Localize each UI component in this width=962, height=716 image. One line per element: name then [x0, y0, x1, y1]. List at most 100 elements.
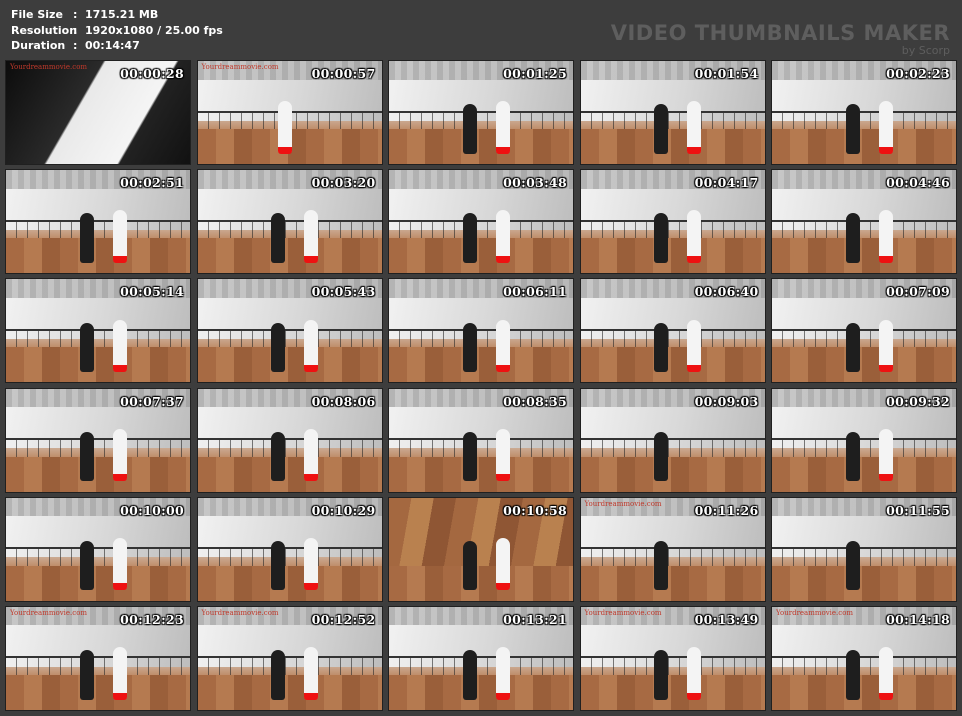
figure-white-uniform — [112, 538, 127, 591]
scene-floor — [6, 674, 190, 710]
thumbnail-frame[interactable]: Yourdreammovie.com 00:11:26 — [579, 496, 766, 602]
scene-floor — [772, 565, 956, 601]
figure-dark-outfit — [271, 541, 286, 591]
thumbnail-frame[interactable]: Yourdreammovie.com 00:00:57 — [196, 60, 383, 165]
thumbnail-frame[interactable]: 00:09:03 — [579, 387, 766, 493]
info-value: 1715.21 MB — [85, 8, 159, 21]
figure-white-uniform — [687, 101, 702, 154]
figure-white-uniform — [495, 428, 510, 482]
thumbnail-frame[interactable]: 00:09:32 — [771, 387, 957, 493]
thumbnail-frame[interactable]: 00:10:00 — [5, 496, 191, 602]
scene-rail — [197, 328, 382, 348]
watermark-logo: VIDEO THUMBNAILS MAKER by Scorp — [611, 22, 950, 57]
timestamp: 00:13:21 — [503, 611, 567, 627]
scene-rail — [580, 328, 765, 348]
figure-dark-outfit — [462, 104, 477, 154]
scene-floor — [772, 674, 956, 710]
figure-white-uniform — [112, 210, 127, 263]
thumbnail-frame[interactable]: 00:08:06 — [196, 387, 383, 493]
scene-rail — [6, 438, 190, 457]
thumbnail-frame[interactable]: 00:02:23 — [771, 60, 957, 165]
timestamp: 00:11:55 — [886, 502, 950, 518]
timestamp: 00:02:23 — [886, 66, 950, 81]
thumbnail-frame[interactable]: Yourdreammovie.com 00:12:52 — [196, 605, 383, 711]
thumbnail-frame[interactable]: Yourdreammovie.com 00:12:23 — [5, 605, 191, 711]
scene-floor — [772, 347, 956, 383]
info-separator: : — [73, 23, 78, 37]
thumbnail-frame[interactable]: 00:04:17 — [579, 169, 766, 275]
timestamp: 00:08:06 — [311, 393, 376, 409]
thumbnail-frame[interactable]: 00:04:46 — [771, 169, 957, 275]
timestamp: 00:07:09 — [886, 284, 950, 300]
timestamp: 00:14:18 — [886, 611, 950, 627]
scene-floor — [197, 674, 382, 710]
scene-rail — [580, 656, 765, 675]
thumbnail-frame[interactable]: 00:01:54 — [579, 60, 766, 165]
figure-dark-outfit — [271, 650, 286, 700]
timestamp: 00:06:40 — [694, 284, 759, 300]
scene-rail — [580, 547, 765, 566]
timestamp: 00:01:25 — [503, 66, 567, 81]
timestamp: 00:10:00 — [120, 502, 184, 518]
scene-rail — [6, 547, 190, 566]
thumbnail-frame[interactable]: 00:03:20 — [196, 169, 383, 275]
figure-dark-outfit — [462, 322, 477, 373]
scene-rail — [197, 438, 382, 457]
thumbnail-frame[interactable]: 00:05:14 — [5, 278, 191, 384]
thumbnail-frame[interactable]: 00:06:11 — [388, 278, 574, 384]
site-watermark: Yourdreammovie.com — [201, 63, 279, 71]
thumbnail-frame[interactable]: 00:06:40 — [579, 278, 766, 384]
timestamp: 00:00:57 — [311, 66, 376, 81]
thumbnail-frame[interactable]: 00:07:09 — [771, 278, 957, 384]
thumbnail-frame[interactable]: 00:10:58 — [388, 496, 574, 602]
figure-white-uniform — [304, 538, 319, 591]
info-label: Duration — [11, 39, 66, 52]
timestamp: 00:10:58 — [503, 502, 567, 518]
timestamp: 00:05:43 — [311, 284, 376, 300]
scene-floor — [389, 565, 573, 601]
info-row-file-size: File Size : 1715.21 MB — [11, 7, 223, 23]
thumbnail-frame[interactable]: Yourdreammovie.com 00:13:49 — [579, 605, 766, 711]
scene-floor — [772, 128, 956, 164]
scene-floor — [6, 456, 190, 492]
thumbnail-frame[interactable]: 00:08:35 — [388, 387, 574, 493]
timestamp: 00:11:26 — [694, 502, 759, 518]
thumbnail-frame[interactable]: Yourdreammovie.com 00:14:18 — [771, 605, 957, 711]
thumbnail-frame[interactable]: 00:10:29 — [196, 496, 383, 602]
scene-rail — [389, 110, 573, 129]
scene-rail — [389, 328, 573, 348]
scene-floor — [389, 128, 573, 164]
timestamp: 00:08:35 — [503, 393, 567, 409]
figure-white-uniform — [112, 319, 127, 373]
thumbnail-frame[interactable]: 00:11:55 — [771, 496, 957, 602]
thumbnail-frame[interactable]: 00:13:21 — [388, 605, 574, 711]
figure-white-uniform — [687, 319, 702, 373]
thumbnail-frame[interactable]: 00:01:25 — [388, 60, 574, 165]
thumbnail-frame[interactable]: 00:05:43 — [196, 278, 383, 384]
info-row-resolution: Resolution : 1920x1080 / 25.00 fps — [11, 23, 223, 39]
figure-white-uniform — [878, 319, 893, 373]
scene-floor — [580, 347, 765, 383]
figure-dark-outfit — [462, 541, 477, 591]
info-label: Resolution — [11, 23, 78, 37]
figure-dark-outfit — [79, 431, 94, 482]
thumbnail-frame[interactable]: Yourdreammovie.com 00:00:28 — [5, 60, 191, 165]
figure-white-uniform — [304, 647, 319, 700]
figure-dark-outfit — [845, 104, 860, 154]
thumbnail-frame[interactable]: 00:02:51 — [5, 169, 191, 275]
thumbnail-frame[interactable]: 00:03:48 — [388, 169, 574, 275]
figure-white-uniform — [495, 101, 510, 154]
figure-white-uniform — [878, 101, 893, 154]
figure-dark-outfit — [462, 431, 477, 482]
timestamp: 00:05:14 — [120, 284, 184, 300]
timestamp: 00:00:28 — [120, 66, 184, 81]
figure-white-uniform — [687, 647, 702, 700]
scene-rail — [772, 328, 956, 348]
scene-rail — [772, 219, 956, 239]
scene-rail — [389, 219, 573, 239]
figure-dark-outfit — [654, 104, 669, 154]
figure-white-uniform — [878, 647, 893, 700]
scene-rail — [772, 547, 956, 566]
timestamp: 00:13:49 — [694, 611, 759, 627]
thumbnail-frame[interactable]: 00:07:37 — [5, 387, 191, 493]
